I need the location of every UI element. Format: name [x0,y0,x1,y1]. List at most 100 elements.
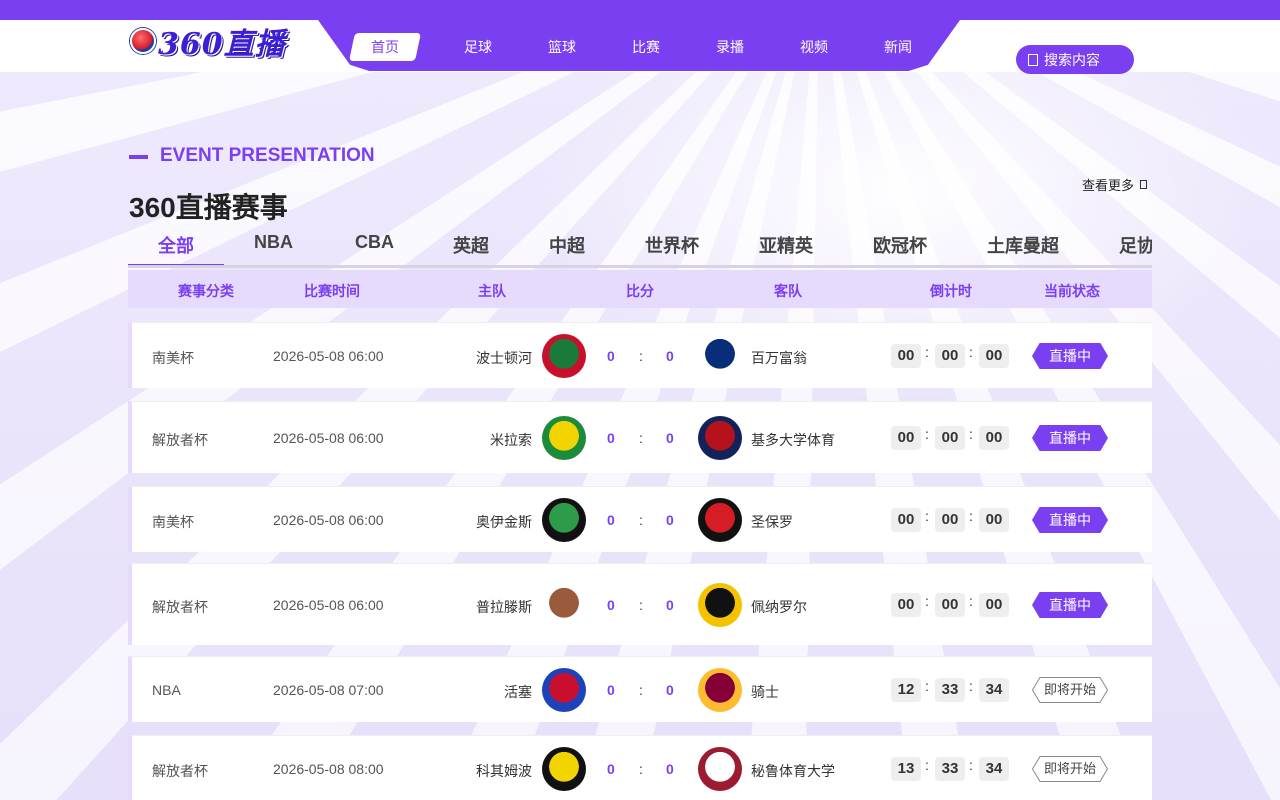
away-team-name[interactable]: 基多大学体育 [751,430,835,450]
score-separator: : [639,348,643,364]
league-name: 南美杯 [152,350,194,366]
home-team-name[interactable]: 活塞 [432,682,532,702]
match-row[interactable]: 南美杯 2026-05-08 06:00 波士顿河 0 : 0 百万富翁 00 … [128,322,1152,388]
event-section: EVENT PRESENTATION 360直播赛事 查看更多 全部 NBA C… [0,0,1280,800]
nav-item-replays[interactable]: 录播 [688,33,772,61]
status-live-button[interactable]: 直播中 [1032,425,1108,451]
away-team-name[interactable]: 百万富翁 [751,348,807,368]
home-team-name[interactable]: 普拉滕斯 [432,597,532,617]
countdown-seconds: 00 [979,593,1009,617]
away-score: 0 [666,348,674,364]
countdown-hours: 00 [891,508,921,532]
match-row[interactable]: 解放者杯 2026-05-08 08:00 科其姆波 0 : 0 秘鲁体育大学 … [128,735,1152,800]
home-team-logo [542,498,586,542]
countdown-separator: : [925,678,929,694]
league-name: 南美杯 [152,514,194,530]
countdown-minutes: 00 [935,593,965,617]
tab-csl[interactable]: 中超 [549,232,585,258]
away-team-logo [698,334,742,378]
view-more-label: 查看更多 [1082,178,1135,193]
status-live-button[interactable]: 直播中 [1032,343,1108,369]
countdown-separator: : [925,426,929,442]
header-score: 比分 [626,283,654,299]
score-separator: : [639,512,643,528]
home-team-name[interactable]: 科其姆波 [432,761,532,781]
table-header: 赛事分类 比赛时间 主队 比分 客队 倒计时 当前状态 [128,270,1152,308]
status-label: 即将开始 [1043,682,1096,697]
countdown-separator: : [925,508,929,524]
away-team-name[interactable]: 秘鲁体育大学 [751,761,835,781]
nav-item-videos[interactable]: 视频 [772,33,856,61]
away-team-name[interactable]: 骑士 [751,682,779,702]
basketball-logo-icon [130,28,156,54]
match-time: 2026-05-08 08:00 [273,761,384,777]
home-score: 0 [607,597,615,613]
match-time: 2026-05-08 07:00 [273,682,384,698]
search-button[interactable]: 搜索内容 [1016,45,1134,74]
logo-text: 360直播 [158,27,286,62]
header-time: 比赛时间 [304,283,360,299]
away-team-name[interactable]: 圣保罗 [751,512,793,532]
tab-turkmen-league[interactable]: 土库曼超 [987,232,1059,258]
home-team-logo [542,583,586,627]
match-time: 2026-05-08 06:00 [273,597,384,613]
away-team-logo [698,583,742,627]
home-team-name[interactable]: 波士顿河 [432,348,532,368]
nav-item-news[interactable]: 新闻 [856,33,940,61]
tab-world-cup[interactable]: 世界杯 [645,232,699,258]
countdown-hours: 13 [891,757,921,781]
status-live-button[interactable]: 直播中 [1032,592,1108,618]
away-team-name[interactable]: 佩纳罗尔 [751,597,807,617]
countdown-seconds: 34 [979,678,1009,702]
search-label: 搜索内容 [1044,51,1100,68]
nav-item-home[interactable]: 首页 [349,33,421,61]
status-live-button[interactable]: 直播中 [1032,507,1108,533]
header-home: 主队 [478,283,506,299]
match-time: 2026-05-08 06:00 [273,430,384,446]
countdown-separator: : [925,593,929,609]
status-upcoming-button[interactable]: 即将开始 [1032,677,1108,703]
countdown-minutes: 00 [935,508,965,532]
header-countdown: 倒计时 [930,283,972,299]
home-team-name[interactable]: 米拉索 [432,430,532,450]
countdown-seconds: 00 [979,508,1009,532]
countdown-separator: : [969,678,973,694]
nav-item-matches[interactable]: 比赛 [604,33,688,61]
countdown-minutes: 33 [935,757,965,781]
tab-premier-league[interactable]: 英超 [453,232,489,258]
countdown-separator: : [969,593,973,609]
tab-nba[interactable]: NBA [254,232,293,253]
score-separator: : [639,430,643,446]
header-away: 客队 [774,283,802,299]
countdown-separator: : [969,757,973,773]
main-nav: 首页 足球 篮球 比赛 录播 视频 新闻 [349,33,940,61]
home-team-name[interactable]: 奥伊金斯 [432,512,532,532]
tab-cba[interactable]: CBA [355,232,394,253]
countdown-minutes: 00 [935,426,965,450]
arrow-right-icon [1140,180,1148,189]
home-team-logo [542,747,586,791]
view-more-link[interactable]: 查看更多 [1082,175,1148,194]
score-separator: : [639,597,643,613]
nav-item-basketball[interactable]: 篮球 [520,33,604,61]
away-score: 0 [666,682,674,698]
countdown-separator: : [969,426,973,442]
away-score: 0 [666,761,674,777]
match-row[interactable]: 解放者杯 2026-05-08 06:00 普拉滕斯 0 : 0 佩纳罗尔 00… [128,563,1152,645]
countdown-separator: : [969,508,973,524]
tab-all[interactable]: 全部 [158,232,194,258]
match-row[interactable]: NBA 2026-05-08 07:00 活塞 0 : 0 骑士 12 : 33… [128,656,1152,722]
header-category: 赛事分类 [178,283,234,299]
search-icon [1028,53,1038,66]
home-score: 0 [607,761,615,777]
tab-fa-cup[interactable]: 足协 [1119,232,1152,258]
tab-afc-elite[interactable]: 亚精英 [759,232,813,258]
nav-item-football[interactable]: 足球 [436,33,520,61]
away-team-logo [698,416,742,460]
tab-champions-league[interactable]: 欧冠杯 [873,232,927,258]
match-row[interactable]: 解放者杯 2026-05-08 06:00 米拉索 0 : 0 基多大学体育 0… [128,401,1152,473]
match-row[interactable]: 南美杯 2026-05-08 06:00 奥伊金斯 0 : 0 圣保罗 00 :… [128,486,1152,552]
home-score: 0 [607,512,615,528]
site-logo[interactable]: 360直播 [130,20,290,62]
status-upcoming-button[interactable]: 即将开始 [1032,756,1108,782]
